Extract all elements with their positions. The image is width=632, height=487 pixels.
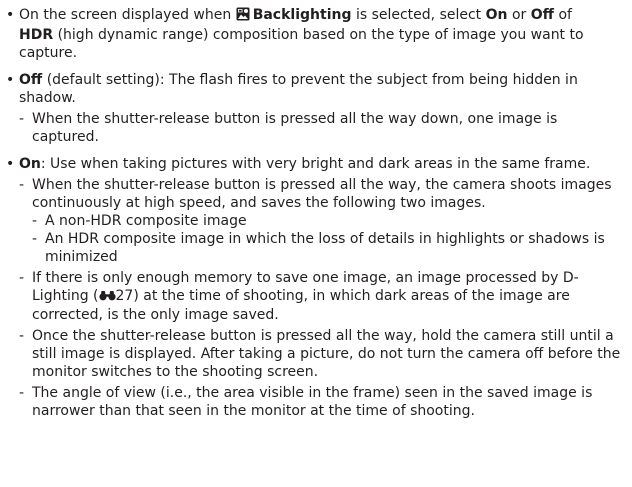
bullet-marker: • bbox=[6, 7, 15, 23]
intro-off: Off bbox=[530, 7, 554, 23]
on-sub3-text: Once the shutter-release button is press… bbox=[32, 328, 621, 380]
intro-text-mid: is selected, select bbox=[355, 7, 482, 23]
intro-or: or bbox=[511, 7, 527, 23]
dash-marker: - bbox=[32, 213, 38, 229]
dash-marker: - bbox=[19, 111, 25, 127]
on-sub-item-1b: - An HDR composite image in which the lo… bbox=[6, 230, 626, 266]
on-sub-item-3: - Once the shutter-release button is pre… bbox=[6, 327, 626, 381]
dash-marker: - bbox=[19, 270, 25, 286]
bullet-marker: • bbox=[6, 156, 15, 172]
intro-text-post: (high dynamic range) composition based o… bbox=[19, 27, 584, 61]
dash-marker: - bbox=[19, 177, 25, 193]
off-paragraph: • Off (default setting): The flash fires… bbox=[6, 71, 626, 107]
on-sub-item-4: - The angle of view (i.e., the area visi… bbox=[6, 384, 626, 420]
off-sub-text: When the shutter-release button is press… bbox=[32, 111, 558, 145]
on-text: : Use when taking pictures with very bri… bbox=[40, 156, 591, 172]
dash-marker: - bbox=[19, 385, 25, 401]
bullet-marker: • bbox=[6, 72, 15, 88]
off-sub-item: - When the shutter-release button is pre… bbox=[6, 110, 626, 146]
on-sub-item-1: - When the shutter-release button is pre… bbox=[6, 176, 626, 212]
off-label: Off bbox=[19, 72, 43, 88]
dash-marker: - bbox=[32, 231, 38, 247]
reference-page-link[interactable]: 27 bbox=[116, 288, 134, 304]
on-paragraph: • On: Use when taking pictures with very… bbox=[6, 155, 626, 173]
binoculars-reference-icon bbox=[98, 288, 116, 306]
intro-backlighting: Backlighting bbox=[252, 7, 352, 23]
off-text: (default setting): The flash fires to pr… bbox=[19, 72, 578, 106]
intro-on: On bbox=[485, 7, 508, 23]
intro-text-pre: On the screen displayed when bbox=[19, 7, 232, 23]
on-label: On bbox=[19, 156, 41, 172]
on-sub-item-1a: - A non-HDR composite image bbox=[6, 212, 626, 230]
on-sub4-text: The angle of view (i.e., the area visibl… bbox=[32, 385, 593, 419]
on-sub1b-text: An HDR composite image in which the loss… bbox=[45, 231, 605, 265]
intro-paragraph: • On the screen displayed when Backlight… bbox=[6, 6, 626, 62]
dash-marker: - bbox=[19, 328, 25, 344]
on-sub-item-2: - If there is only enough memory to save… bbox=[6, 269, 626, 324]
manual-page: • On the screen displayed when Backlight… bbox=[0, 0, 632, 487]
on-sub1-text: When the shutter-release button is press… bbox=[32, 177, 612, 211]
intro-hdr: HDR bbox=[19, 27, 54, 43]
intro-of: of bbox=[558, 7, 572, 23]
backlighting-scene-icon bbox=[236, 7, 250, 26]
on-sub1a-text: A non-HDR composite image bbox=[45, 213, 247, 229]
